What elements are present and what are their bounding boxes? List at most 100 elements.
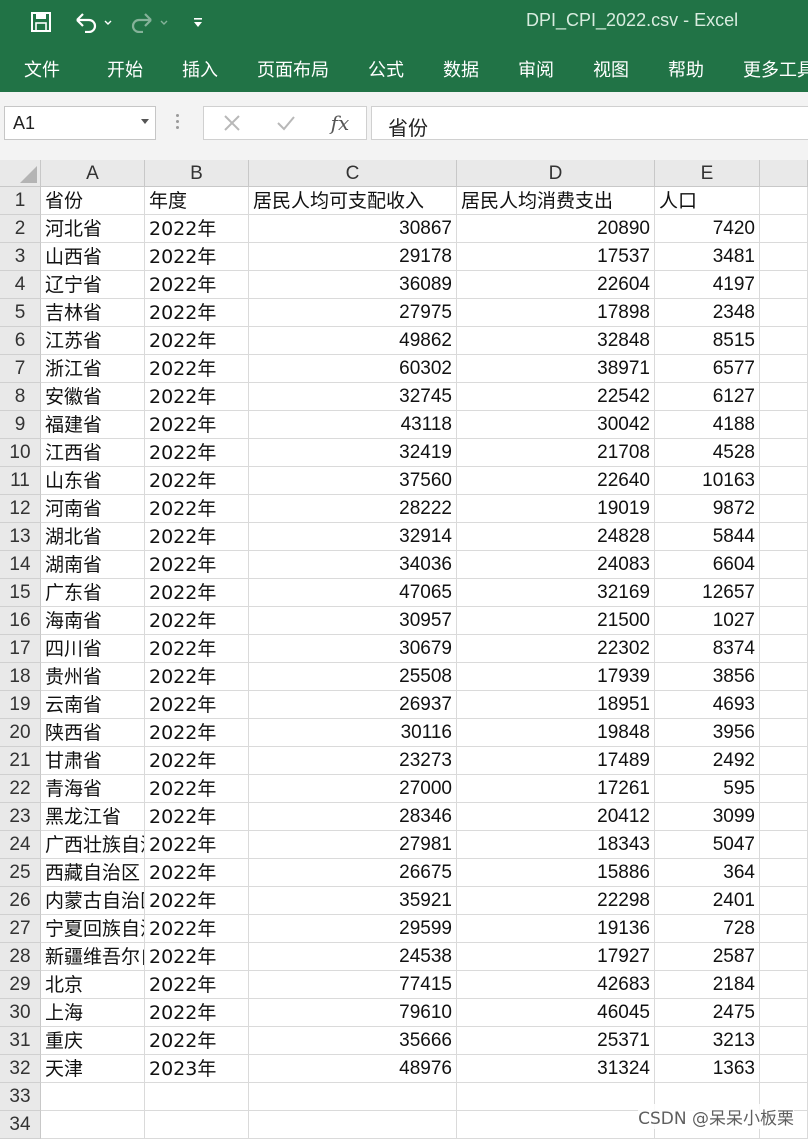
value-cell[interactable]: 30042 [457, 411, 655, 439]
grip-dots-icon[interactable] [176, 114, 179, 134]
empty-cell[interactable] [760, 999, 808, 1027]
province-cell[interactable]: 江西省 [41, 439, 145, 467]
value-cell[interactable]: 7420 [655, 215, 760, 243]
empty-cell[interactable] [760, 943, 808, 971]
value-cell[interactable]: 20890 [457, 215, 655, 243]
province-cell[interactable]: 福建省 [41, 411, 145, 439]
empty-cell[interactable] [760, 327, 808, 355]
row-header[interactable]: 16 [0, 607, 41, 635]
province-cell[interactable]: 辽宁省 [41, 271, 145, 299]
value-cell[interactable]: 28222 [249, 495, 457, 523]
formula-input[interactable]: 省份 [371, 106, 808, 140]
empty-cell[interactable] [760, 187, 808, 215]
customize-qat-icon[interactable] [188, 8, 208, 36]
value-cell[interactable]: 19136 [457, 915, 655, 943]
value-cell[interactable]: 60302 [249, 355, 457, 383]
value-cell[interactable]: 17537 [457, 243, 655, 271]
column-header-c[interactable]: C [249, 160, 457, 187]
value-cell[interactable]: 24828 [457, 523, 655, 551]
province-cell[interactable]: 吉林省 [41, 299, 145, 327]
value-cell[interactable]: 36089 [249, 271, 457, 299]
value-cell[interactable]: 3213 [655, 1027, 760, 1055]
row-header[interactable]: 1 [0, 187, 41, 215]
value-cell[interactable]: 42683 [457, 971, 655, 999]
province-cell[interactable]: 西藏自治区 [41, 859, 145, 887]
value-cell[interactable]: 79610 [249, 999, 457, 1027]
value-cell[interactable]: 2348 [655, 299, 760, 327]
value-cell[interactable]: 5047 [655, 831, 760, 859]
value-cell[interactable]: 20412 [457, 803, 655, 831]
row-header[interactable]: 4 [0, 271, 41, 299]
value-cell[interactable]: 10163 [655, 467, 760, 495]
row-header[interactable]: 31 [0, 1027, 41, 1055]
empty-cell[interactable] [760, 243, 808, 271]
row-header[interactable]: 26 [0, 887, 41, 915]
year-cell[interactable]: 2022年 [145, 747, 249, 775]
empty-cell[interactable] [760, 635, 808, 663]
value-cell[interactable]: 27000 [249, 775, 457, 803]
year-cell[interactable]: 2022年 [145, 271, 249, 299]
year-cell[interactable]: 2022年 [145, 803, 249, 831]
row-header[interactable]: 11 [0, 467, 41, 495]
row-header[interactable]: 17 [0, 635, 41, 663]
value-cell[interactable]: 32419 [249, 439, 457, 467]
column-header-d[interactable]: D [457, 160, 655, 187]
value-cell[interactable]: 12657 [655, 579, 760, 607]
province-cell[interactable]: 上海 [41, 999, 145, 1027]
province-cell[interactable]: 湖北省 [41, 523, 145, 551]
empty-cell[interactable] [760, 355, 808, 383]
year-cell[interactable]: 2022年 [145, 999, 249, 1027]
empty-cell[interactable] [760, 1027, 808, 1055]
value-cell[interactable]: 22604 [457, 271, 655, 299]
empty-cell[interactable] [41, 1111, 145, 1139]
row-header[interactable]: 23 [0, 803, 41, 831]
empty-cell[interactable] [760, 495, 808, 523]
value-cell[interactable]: 28346 [249, 803, 457, 831]
row-header[interactable]: 13 [0, 523, 41, 551]
year-cell[interactable]: 2022年 [145, 691, 249, 719]
empty-cell[interactable] [760, 579, 808, 607]
enter-icon[interactable] [268, 107, 304, 139]
year-cell[interactable]: 2022年 [145, 775, 249, 803]
empty-cell[interactable] [760, 607, 808, 635]
empty-cell[interactable] [41, 1083, 145, 1111]
province-cell[interactable]: 广西壮族自治区 [41, 831, 145, 859]
row-header[interactable]: 22 [0, 775, 41, 803]
header-cell[interactable]: 居民人均可支配收入 [249, 187, 457, 215]
tab-help[interactable]: 帮助 [668, 56, 704, 82]
value-cell[interactable]: 6577 [655, 355, 760, 383]
column-header-a[interactable]: A [41, 160, 145, 187]
value-cell[interactable]: 32914 [249, 523, 457, 551]
row-header[interactable]: 34 [0, 1111, 41, 1139]
empty-cell[interactable] [760, 775, 808, 803]
year-cell[interactable]: 2022年 [145, 971, 249, 999]
province-cell[interactable]: 重庆 [41, 1027, 145, 1055]
value-cell[interactable]: 728 [655, 915, 760, 943]
tab-formulas[interactable]: 公式 [368, 56, 404, 82]
value-cell[interactable]: 1363 [655, 1055, 760, 1083]
empty-cell[interactable] [145, 1083, 249, 1111]
value-cell[interactable]: 49862 [249, 327, 457, 355]
province-cell[interactable]: 宁夏回族自治区 [41, 915, 145, 943]
chevron-down-icon[interactable] [141, 119, 149, 124]
cancel-icon[interactable] [214, 107, 250, 139]
value-cell[interactable]: 37560 [249, 467, 457, 495]
year-cell[interactable]: 2022年 [145, 523, 249, 551]
fx-icon[interactable]: fx [322, 107, 358, 139]
empty-cell[interactable] [760, 663, 808, 691]
empty-cell[interactable] [760, 551, 808, 579]
value-cell[interactable]: 29599 [249, 915, 457, 943]
province-cell[interactable]: 海南省 [41, 607, 145, 635]
row-header[interactable]: 5 [0, 299, 41, 327]
year-cell[interactable]: 2022年 [145, 383, 249, 411]
year-cell[interactable]: 2022年 [145, 831, 249, 859]
province-cell[interactable]: 云南省 [41, 691, 145, 719]
value-cell[interactable]: 17939 [457, 663, 655, 691]
province-cell[interactable]: 贵州省 [41, 663, 145, 691]
empty-cell[interactable] [760, 691, 808, 719]
value-cell[interactable]: 4528 [655, 439, 760, 467]
tab-home[interactable]: 开始 [107, 56, 143, 82]
value-cell[interactable]: 15886 [457, 859, 655, 887]
value-cell[interactable]: 22298 [457, 887, 655, 915]
value-cell[interactable]: 29178 [249, 243, 457, 271]
